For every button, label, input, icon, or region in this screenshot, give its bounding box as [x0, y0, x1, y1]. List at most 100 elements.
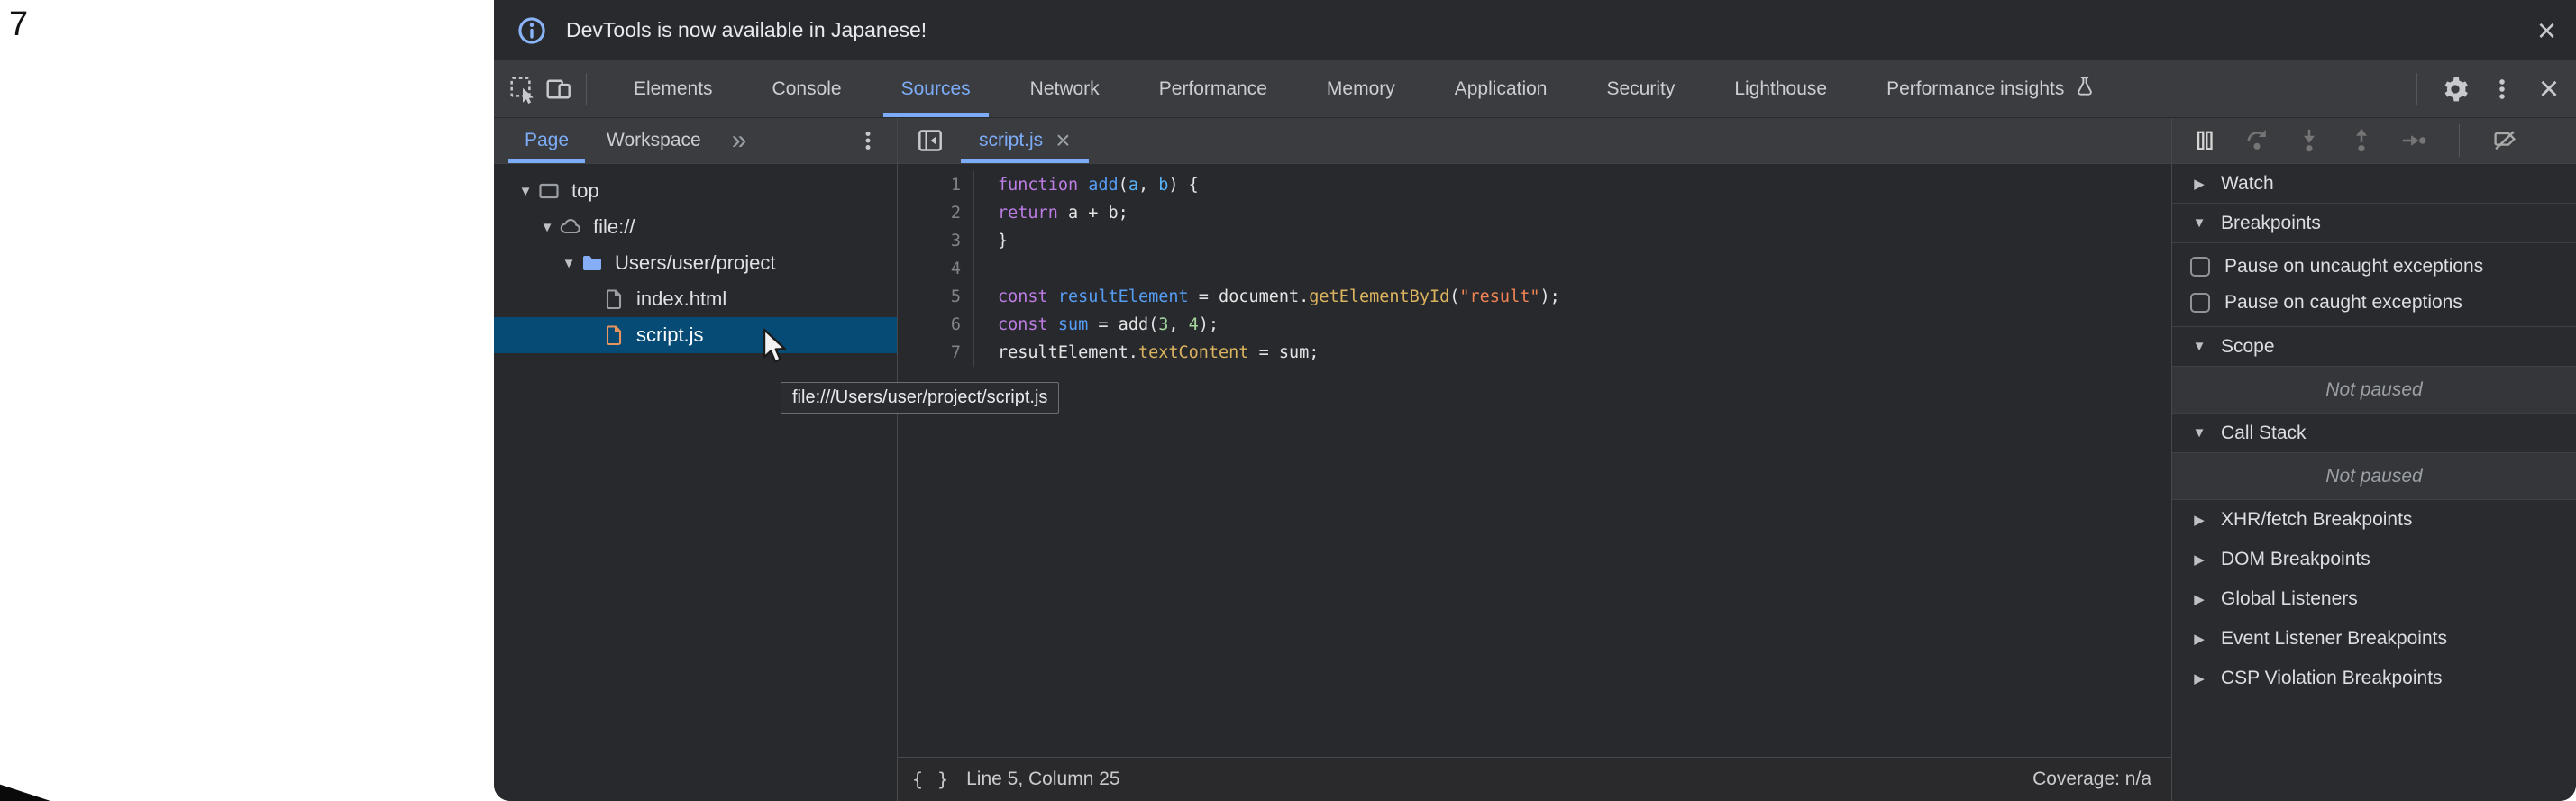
expander-icon[interactable]: ▼ [535, 220, 559, 235]
section-call-stack[interactable]: ▼ Call Stack [2172, 414, 2576, 453]
section-label: Watch [2221, 173, 2274, 195]
pretty-print-icon[interactable]: { } [912, 769, 950, 790]
section-global-listeners[interactable]: ▶ Global Listeners [2172, 579, 2576, 619]
code-line: 3} [898, 227, 2171, 255]
checkbox[interactable] [2190, 257, 2210, 277]
line-number[interactable]: 7 [898, 339, 974, 367]
tab-performance[interactable]: Performance [1134, 60, 1293, 117]
more-options-icon[interactable] [2484, 71, 2520, 107]
cursor-position: Line 5, Column 25 [966, 769, 1119, 790]
navigator-menu-icon[interactable] [850, 123, 886, 159]
expander-icon[interactable]: ▼ [557, 256, 580, 271]
section-expanded-icon[interactable]: ▼ [2190, 339, 2208, 354]
tab-label: Security [1606, 78, 1675, 100]
section-collapsed-icon[interactable]: ▶ [2190, 551, 2208, 568]
token-keyword: return [998, 204, 1058, 223]
token-number: 4 [1189, 315, 1199, 334]
section-expanded-icon[interactable]: ▼ [2190, 425, 2208, 441]
tab-memory[interactable]: Memory [1302, 60, 1420, 117]
more-tabs-icon[interactable]: » [723, 125, 756, 156]
token-plain: = document. [1189, 287, 1310, 306]
tree-item-label: file:// [593, 215, 635, 239]
option-pause-on-uncaught-exceptions[interactable]: Pause on uncaught exceptions [2172, 249, 2576, 285]
section-event-listener-breakpoints[interactable]: ▶Event Listener Breakpoints [2172, 619, 2576, 659]
content-area: Page Workspace » ▼top▼file://▼Users/user… [494, 118, 2576, 801]
checkbox[interactable] [2190, 293, 2210, 313]
section-label: Breakpoints [2221, 213, 2321, 234]
expander-icon[interactable]: ▼ [514, 184, 537, 199]
settings-gear-icon[interactable] [2437, 71, 2473, 107]
token-method: getElementById [1309, 287, 1449, 306]
tree-item-users-user-project[interactable]: ▼Users/user/project [494, 245, 897, 281]
step-into-icon[interactable] [2293, 124, 2325, 157]
device-toolbar-icon[interactable] [541, 71, 577, 107]
tab-lighthouse[interactable]: Lighthouse [1709, 60, 1852, 117]
token-plain: ( [1449, 287, 1459, 306]
tree-item-file[interactable]: ▼ file:// [494, 209, 897, 245]
section-label: Call Stack [2221, 423, 2307, 444]
section-watch[interactable]: ▶ Watch [2172, 164, 2576, 204]
section-scope[interactable]: ▼Scope [2172, 327, 2576, 367]
tree-item-script-js[interactable]: script.js [494, 317, 897, 353]
editor-tab-label: script.js [979, 130, 1043, 151]
tab-close-icon[interactable]: × [1055, 128, 1070, 153]
frame-icon [537, 179, 561, 203]
breakpoint-options: Pause on uncaught exceptionsPause on cau… [2172, 243, 2576, 327]
section-collapsed-icon[interactable]: ▶ [2190, 631, 2208, 647]
toolbar-divider [586, 73, 587, 105]
tab-sources[interactable]: Sources [876, 60, 996, 117]
devtools-window: DevTools is now available in Japanese! ×… [494, 0, 2576, 801]
section-dom-breakpoints[interactable]: ▶ DOM Breakpoints [2172, 540, 2576, 579]
step-over-icon[interactable] [2241, 124, 2273, 157]
code-editor[interactable]: 1function add(a, b) {2return a + b;3}45c… [898, 164, 2171, 757]
banner-close-icon[interactable]: × [2537, 14, 2556, 47]
tab-performance-insights[interactable]: Performance insights [1861, 60, 2122, 117]
line-number[interactable]: 3 [898, 227, 974, 255]
token-param: a [1128, 176, 1138, 195]
section-collapsed-icon[interactable]: ▶ [2190, 670, 2208, 687]
inspect-element-icon[interactable] [505, 71, 541, 107]
section-label: CSP Violation Breakpoints [2221, 668, 2443, 689]
section-collapsed-icon[interactable]: ▶ [2190, 512, 2208, 528]
token-plain: = sum; [1248, 343, 1319, 362]
tab-security[interactable]: Security [1581, 60, 1700, 117]
tab-application[interactable]: Application [1430, 60, 1573, 117]
line-number[interactable]: 2 [898, 199, 974, 227]
step-out-icon[interactable] [2345, 124, 2378, 157]
tab-label: Performance insights [1886, 78, 2064, 100]
line-number[interactable]: 5 [898, 283, 974, 311]
section-label: DOM Breakpoints [2221, 549, 2370, 570]
close-devtools-icon[interactable]: × [2531, 71, 2567, 107]
section-breakpoints[interactable]: ▼ Breakpoints [2172, 204, 2576, 243]
token-plain: ); [1539, 287, 1559, 306]
toggle-navigator-icon[interactable] [912, 123, 948, 159]
tab-workspace[interactable]: Workspace [590, 118, 717, 163]
token-plain: , [1168, 315, 1188, 334]
debugger-sections: ▶ Watch ▼ Breakpoints Pause on uncaught exce… [2172, 164, 2576, 801]
section-expanded-icon[interactable]: ▼ [2190, 215, 2208, 231]
main-toolbar: ElementsConsoleSourcesNetworkPerformance… [494, 60, 2576, 118]
option-pause-on-caught-exceptions[interactable]: Pause on caught exceptions [2172, 285, 2576, 321]
line-number[interactable]: 6 [898, 311, 974, 339]
editor-tab-scriptjs[interactable]: script.js × [961, 118, 1089, 163]
editor-status-bar: { } Line 5, Column 25 Coverage: n/a [898, 757, 2171, 801]
tab-page[interactable]: Page [508, 118, 585, 163]
tab-network[interactable]: Network [1005, 60, 1125, 117]
info-icon [514, 13, 550, 49]
tab-console[interactable]: Console [747, 60, 867, 117]
section-collapsed-icon[interactable]: ▶ [2190, 591, 2208, 607]
deactivate-breakpoints-icon[interactable] [2489, 124, 2521, 157]
section-csp-violation-breakpoints[interactable]: ▶ CSP Violation Breakpoints [2172, 659, 2576, 698]
section-collapsed-icon[interactable]: ▶ [2190, 176, 2208, 192]
line-text: function add(a, b) { [974, 171, 1199, 199]
step-icon[interactable] [2398, 124, 2430, 157]
tree-item-top[interactable]: ▼top [494, 173, 897, 209]
tree-item-index-html[interactable]: index.html [494, 281, 897, 317]
pause-script-icon[interactable] [2188, 124, 2221, 157]
token-var: sum [1058, 315, 1088, 334]
section-label: Global Listeners [2221, 588, 2358, 610]
line-number[interactable]: 1 [898, 171, 974, 199]
section-xhr-fetch-breakpoints[interactable]: ▶XHR/fetch Breakpoints [2172, 500, 2576, 540]
line-number[interactable]: 4 [898, 255, 974, 283]
tab-elements[interactable]: Elements [608, 60, 738, 117]
